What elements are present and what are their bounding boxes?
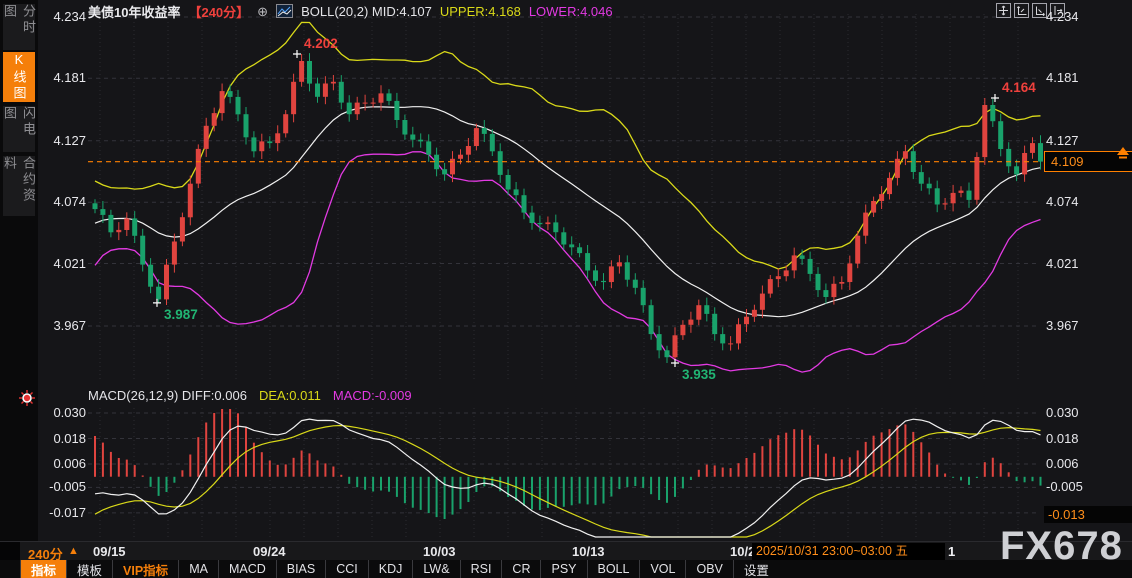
chart-header: 美债10年收益率 【240分】 ⊕ BOLL(20,2) MID:4.107 U… — [88, 3, 613, 19]
interval-tag: 【240分】 — [188, 2, 249, 21]
date-label: 09/15 — [93, 544, 126, 559]
macd-header: MACD(26,12,9) DIFF:0.006 DEA:0.011 MACD:… — [88, 388, 412, 403]
zoom-out-axis-icon[interactable] — [1032, 3, 1047, 18]
boll-lower-label: LOWER:4.046 — [529, 4, 613, 19]
toolbar-item-3[interactable]: VIP指标 — [112, 560, 178, 578]
svg-text:4.164: 4.164 — [1002, 80, 1036, 95]
price-axis-label: 4.181 — [1046, 70, 1079, 85]
date-label: 10/03 — [423, 544, 456, 559]
toolbar-item-11[interactable]: CR — [501, 560, 540, 578]
indicator-burst-icon — [18, 389, 36, 412]
sidebar-tab-1[interactable]: 分时图 — [3, 4, 35, 50]
price-axis-label: 4.021 — [1046, 256, 1079, 271]
price-alert-icon — [1116, 147, 1130, 165]
toolbar-item-10[interactable]: RSI — [460, 560, 502, 578]
toolbar-item-8[interactable]: KDJ — [368, 560, 413, 578]
sidebar-tab-2[interactable]: K线图 — [3, 52, 35, 102]
price-axis-label: 4.074 — [40, 194, 86, 209]
price-axis-label: 3.967 — [40, 318, 86, 333]
trading-app-window: 4.202 3.987 3.935 4.164 分时图K线图闪电图合约资料 美债10年… — [0, 0, 1132, 578]
svg-text:3.935: 3.935 — [682, 367, 716, 382]
chart-canvas[interactable]: 4.202 3.987 3.935 4.164 — [0, 0, 1132, 578]
indicator-chart-icon[interactable] — [276, 4, 293, 18]
sidebar-tab-4[interactable]: 合约资料 — [3, 156, 35, 216]
instrument-title: 美债10年收益率 — [88, 2, 180, 21]
toolbar-item-15[interactable]: OBV — [685, 560, 732, 578]
toolbar-item-4[interactable]: MA — [178, 560, 218, 578]
triangle-up-icon[interactable]: ▲ — [68, 545, 79, 557]
toolbar-item-13[interactable]: BOLL — [587, 560, 640, 578]
toolbar-item-5[interactable]: MACD — [218, 560, 276, 578]
indicator-toolbar: 指标模板VIP指标MAMACDBIASCCIKDJLW&RSICRPSYBOLL… — [0, 560, 1132, 578]
macd-axis-label: 0.030 — [40, 405, 86, 420]
date-label: 10/13 — [572, 544, 605, 559]
macd-diff-label: MACD(26,12,9) DIFF:0.006 — [88, 388, 247, 403]
toolbar-item-1[interactable]: 指标 — [20, 560, 66, 578]
bar-tooltip: 2025/10/31 23:00~03:00 五 — [752, 543, 945, 560]
boll-upper-label: UPPER:4.168 — [440, 4, 521, 19]
price-axis-label: 4.181 — [40, 70, 86, 85]
price-axis-label: 3.967 — [1046, 318, 1079, 333]
macd-axis-label: -0.017 — [40, 505, 86, 520]
timeline-extra-label: 1 — [948, 544, 955, 559]
watermark: FX678 — [1000, 524, 1123, 569]
macd-axis-label: 0.018 — [40, 431, 86, 446]
toolbar-item-14[interactable]: VOL — [639, 560, 685, 578]
sidebar: 分时图K线图闪电图合约资料 — [0, 0, 38, 541]
toolbar-pad — [0, 560, 20, 578]
timeline-bar: 240分 ▲ 09/1509/2410/0310/1310/2 2025/10/… — [0, 541, 1132, 560]
timeline-corner — [0, 542, 20, 561]
toolbar-item-6[interactable]: BIAS — [276, 560, 326, 578]
svg-text:4.202: 4.202 — [304, 36, 338, 51]
sidebar-tab-3[interactable]: 闪电图 — [3, 106, 35, 152]
toolbar-item-7[interactable]: CCI — [325, 560, 368, 578]
macd-axis-label: 0.030 — [1046, 405, 1079, 420]
macd-dea-label: DEA:0.011 — [259, 388, 321, 403]
toolbar-item-9[interactable]: LW& — [412, 560, 459, 578]
toolbar-item-12[interactable]: PSY — [540, 560, 586, 578]
current-macd-tag: -0.013 — [1044, 506, 1132, 523]
toolbar-item-2[interactable]: 模板 — [66, 560, 112, 578]
macd-axis-label: -0.005 — [1046, 479, 1083, 494]
pan-icon[interactable] — [996, 3, 1011, 18]
macd-axis-label: -0.005 — [40, 479, 86, 494]
date-label: 09/24 — [253, 544, 286, 559]
price-axis-label: 4.127 — [40, 133, 86, 148]
add-indicator-icon[interactable]: ⊕ — [257, 5, 268, 18]
macd-value-label: MACD:-0.009 — [333, 388, 412, 403]
svg-text:3.987: 3.987 — [164, 307, 198, 322]
zoom-in-axis-icon[interactable] — [1014, 3, 1029, 18]
macd-axis-label: 0.006 — [1046, 456, 1079, 471]
macd-axis-label: 0.006 — [40, 456, 86, 471]
boll-label: BOLL(20,2) MID:4.107 — [301, 4, 432, 19]
price-axis-label: 4.234 — [1046, 9, 1079, 24]
macd-axis-label: 0.018 — [1046, 431, 1079, 446]
price-axis-label: 4.021 — [40, 256, 86, 271]
price-axis-label: 4.127 — [1046, 133, 1079, 148]
price-axis-label: 4.074 — [1046, 194, 1079, 209]
toolbar-item-16[interactable]: 设置 — [733, 560, 779, 578]
price-axis-label: 4.234 — [40, 9, 86, 24]
